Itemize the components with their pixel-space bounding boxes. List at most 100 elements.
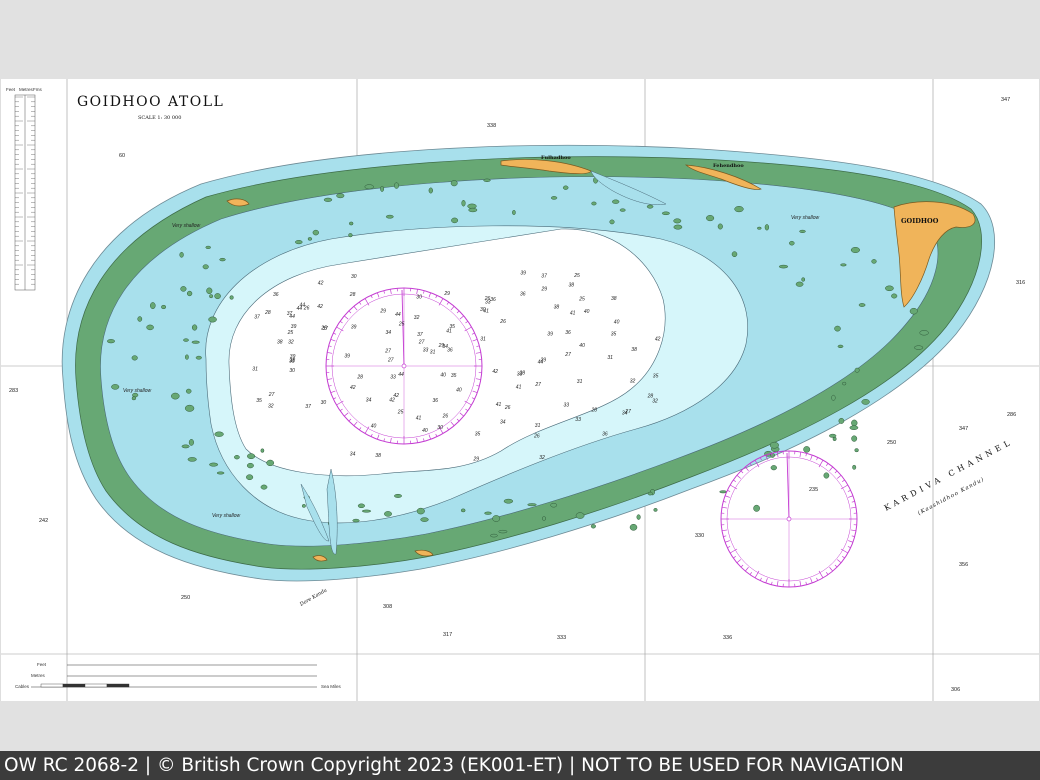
reef-patch xyxy=(550,502,558,508)
reef-patch xyxy=(851,435,858,442)
reef-patch xyxy=(246,474,254,481)
label-very-shallow-sw: Very shallow xyxy=(212,513,241,519)
svg-text:286: 286 xyxy=(1007,412,1016,418)
reef-patch xyxy=(550,196,558,200)
reef-patch xyxy=(575,512,585,519)
depth-sounding: 25 xyxy=(397,409,404,415)
depth-sounding: 29 xyxy=(541,287,548,293)
reef-patch xyxy=(209,294,214,299)
depth-sounding: 37 xyxy=(254,315,260,321)
depth-sounding: 34 xyxy=(622,410,628,416)
reef-patch xyxy=(498,529,508,534)
depth-sounding: 42 xyxy=(492,369,498,375)
reef-patch xyxy=(854,367,860,373)
reef-patch xyxy=(801,277,806,282)
depth-sounding: 39 xyxy=(291,324,297,330)
reef-patch xyxy=(770,465,777,471)
depth-conversion-scale: Feet Metres Fms xyxy=(6,87,42,291)
svg-text:347: 347 xyxy=(1001,97,1010,103)
reef-patch xyxy=(336,193,345,199)
depth-sounding: 28 xyxy=(591,407,598,413)
depth-sounding: 40 xyxy=(422,428,428,434)
depth-sounding: 32 xyxy=(652,399,658,405)
label-fulhadhoo: Fulhadhoo xyxy=(541,155,571,161)
depth-sounding: 36 xyxy=(520,292,526,298)
depth-sounding: 26 xyxy=(533,433,540,439)
reef-patch xyxy=(609,219,615,225)
chart-viewer: 27 31 40 36 42 38 37 33 35 44 39 34 41 32 29 30 28 26 25 27… xyxy=(0,0,1040,780)
depth-sounding: 28 xyxy=(264,310,271,316)
reef-patch xyxy=(188,439,194,446)
depth-sounding: 40 xyxy=(456,388,462,394)
reef-patch xyxy=(107,339,115,344)
depth-sounding: 30 xyxy=(351,274,357,280)
depth-sounding: 28 xyxy=(356,375,363,381)
depth-sounding: 28 xyxy=(519,371,526,377)
reef-patch xyxy=(191,340,200,344)
reef-patch xyxy=(858,303,866,307)
reef-patch xyxy=(590,524,596,529)
reef-patch xyxy=(919,330,929,336)
reef-patch xyxy=(646,204,654,209)
svg-text:60: 60 xyxy=(119,153,125,159)
reef-patch xyxy=(909,307,918,315)
label-goidhoo: GOIDHOO xyxy=(901,217,939,225)
depth-sounding: 27 xyxy=(534,382,541,388)
depth-sounding: 39 xyxy=(520,271,526,277)
scale-header-feet: Feet xyxy=(6,87,16,92)
reef-patch xyxy=(764,224,770,231)
chart-title: GOIDHOO ATOLL xyxy=(77,94,224,110)
reef-patch xyxy=(861,399,870,405)
svg-text:347: 347 xyxy=(959,426,968,432)
reef-patch xyxy=(229,295,234,300)
label-fehendhoo: Fehendhoo xyxy=(713,163,744,169)
svg-text:336: 336 xyxy=(723,635,732,641)
reef-patch xyxy=(364,184,374,190)
depth-sounding: 34 xyxy=(350,451,356,457)
depth-sounding: 30 xyxy=(289,368,295,374)
depth-sounding: 42 xyxy=(317,304,323,310)
reef-patch xyxy=(219,257,226,262)
reef-patch xyxy=(467,203,477,209)
reef-patch xyxy=(312,229,319,236)
reef-patch xyxy=(468,207,478,213)
depth-sounding: 30 xyxy=(321,400,327,406)
depth-sounding: 35 xyxy=(611,332,617,338)
reef-patch xyxy=(214,431,224,437)
reef-patch xyxy=(260,448,265,453)
reef-patch xyxy=(871,259,877,264)
scale-cables-label: Cables xyxy=(15,684,30,689)
depth-sounding: 36 xyxy=(433,398,439,404)
reef-patch xyxy=(183,338,189,342)
reef-patch xyxy=(512,210,516,215)
depth-sounding: 26 xyxy=(504,405,511,411)
depth-sounding: 37 xyxy=(305,404,311,410)
nautical-chart[interactable]: 27 31 40 36 42 38 37 33 35 44 39 34 41 32 29 30 28 26 25 27… xyxy=(1,79,1039,701)
svg-text:308: 308 xyxy=(383,604,392,610)
depth-sounding: 29 xyxy=(379,308,386,314)
label-very-shallow-nw: Very shallow xyxy=(172,223,201,229)
depth-sounding: 33 xyxy=(575,417,581,423)
copyright-footer: OW RC 2068-2 | © British Crown Copyright… xyxy=(0,751,1040,780)
reef-patch xyxy=(619,208,626,212)
reef-patch xyxy=(380,185,385,192)
label-dore-kandu: Dore Kandu xyxy=(298,587,328,608)
depth-sounding: 31 xyxy=(252,366,258,372)
reef-patch xyxy=(131,396,137,401)
reef-patch xyxy=(647,491,653,496)
reef-patch xyxy=(394,493,402,498)
reef-patch xyxy=(840,263,847,267)
reef-patch xyxy=(451,217,459,224)
reef-patch xyxy=(361,509,372,513)
depth-sounding: 36 xyxy=(602,431,608,437)
depth-sounding: 35 xyxy=(451,373,457,379)
reef-patch xyxy=(450,180,458,187)
depth-sounding: 39 xyxy=(547,331,553,337)
reef-patch xyxy=(842,381,847,386)
reef-patch xyxy=(717,223,723,230)
svg-text:330: 330 xyxy=(695,533,704,539)
depth-sounding: 42 xyxy=(393,393,399,399)
reef-patch xyxy=(195,355,202,360)
reef-patch xyxy=(612,199,620,204)
reef-patch xyxy=(661,211,670,216)
